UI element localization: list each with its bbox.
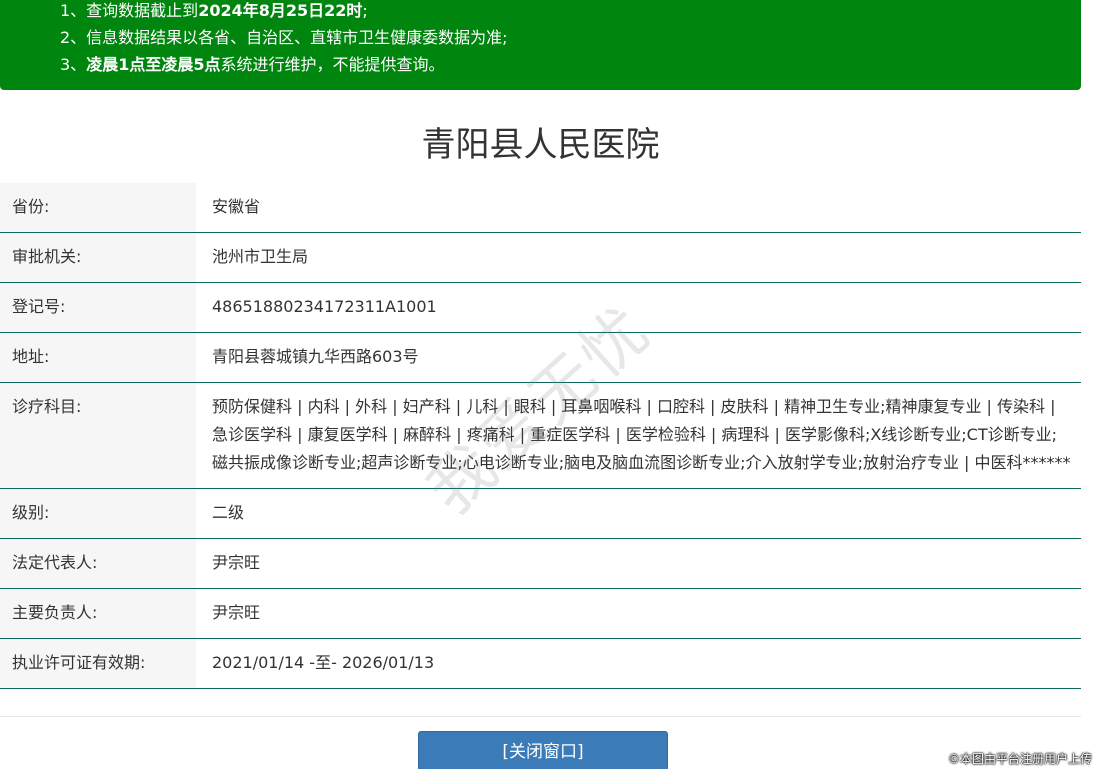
- row-value-level: 二级: [196, 488, 1081, 539]
- table-row: 地址: 青阳县蓉城镇九华西路603号: [0, 332, 1081, 383]
- table-row: 诊疗科目: 预防保健科 | 内科 | 外科 | 妇产科 | 儿科 | 眼科 | …: [0, 382, 1081, 489]
- notice-line-1-prefix: 1、查询数据截止到: [60, 1, 199, 20]
- row-value-approval-authority: 池州市卫生局: [196, 232, 1081, 283]
- row-label-departments: 诊疗科目:: [0, 382, 196, 489]
- notice-line-1-date: 2024年8月25日22时: [198, 1, 363, 20]
- row-label-registration-number: 登记号:: [0, 282, 196, 333]
- row-value-departments: 预防保健科 | 内科 | 外科 | 妇产科 | 儿科 | 眼科 | 耳鼻咽喉科 …: [196, 382, 1081, 489]
- upload-credit-note: ©本图由平台注册用户上传: [947, 752, 1092, 766]
- notice-line-3-prefix: 3、: [60, 55, 87, 74]
- notice-line-3-suffix: 系统进行维护，不能提供查询。: [220, 55, 445, 74]
- table-row: 主要负责人: 尹宗旺: [0, 588, 1081, 639]
- row-label-approval-authority: 审批机关:: [0, 232, 196, 283]
- table-row: 登记号: 48651880234172311A1001: [0, 282, 1081, 333]
- table-row: 级别: 二级: [0, 488, 1081, 539]
- row-label-level: 级别:: [0, 488, 196, 539]
- row-label-address: 地址:: [0, 332, 196, 383]
- row-label-province: 省份:: [0, 183, 196, 233]
- row-value-address: 青阳县蓉城镇九华西路603号: [196, 332, 1081, 383]
- row-label-legal-representative: 法定代表人:: [0, 538, 196, 589]
- notice-line-3: 3、凌晨1点至凌晨5点系统进行维护，不能提供查询。: [60, 51, 1081, 78]
- notice-line-2: 2、信息数据结果以各省、自治区、直辖市卫生健康委数据为准;: [60, 28, 508, 47]
- row-label-principal: 主要负责人:: [0, 588, 196, 639]
- row-label-license-validity: 执业许可证有效期:: [0, 638, 196, 689]
- close-window-button[interactable]: [关闭窗口]: [418, 731, 668, 769]
- hospital-info-table: 省份: 安徽省 审批机关: 池州市卫生局 登记号: 48651880234172…: [0, 183, 1081, 689]
- hospital-title: 青阳县人民医院: [421, 125, 660, 165]
- notice-line-1: 1、查询数据截止到2024年8月25日22时;: [60, 0, 1081, 24]
- row-value-registration-number: 48651880234172311A1001: [196, 282, 1081, 333]
- notice-line-1-suffix: ;: [362, 1, 368, 20]
- table-row: 省份: 安徽省: [0, 183, 1081, 233]
- row-value-province: 安徽省: [196, 183, 1081, 233]
- row-value-principal: 尹宗旺: [196, 588, 1081, 639]
- row-value-license-validity: 2021/01/14 -至- 2026/01/13: [196, 638, 1081, 689]
- table-row: 执业许可证有效期: 2021/01/14 -至- 2026/01/13: [0, 638, 1081, 689]
- row-value-legal-representative: 尹宗旺: [196, 538, 1081, 589]
- table-row: 法定代表人: 尹宗旺: [0, 538, 1081, 589]
- footer-divider: [0, 716, 1081, 717]
- table-row: 审批机关: 池州市卫生局: [0, 232, 1081, 283]
- notice-line-3-time: 凌晨1点至凌晨5点: [86, 55, 221, 74]
- notice-banner: 1、查询数据截止到2024年8月25日22时; 2、信息数据结果以各省、自治区、…: [0, 0, 1081, 90]
